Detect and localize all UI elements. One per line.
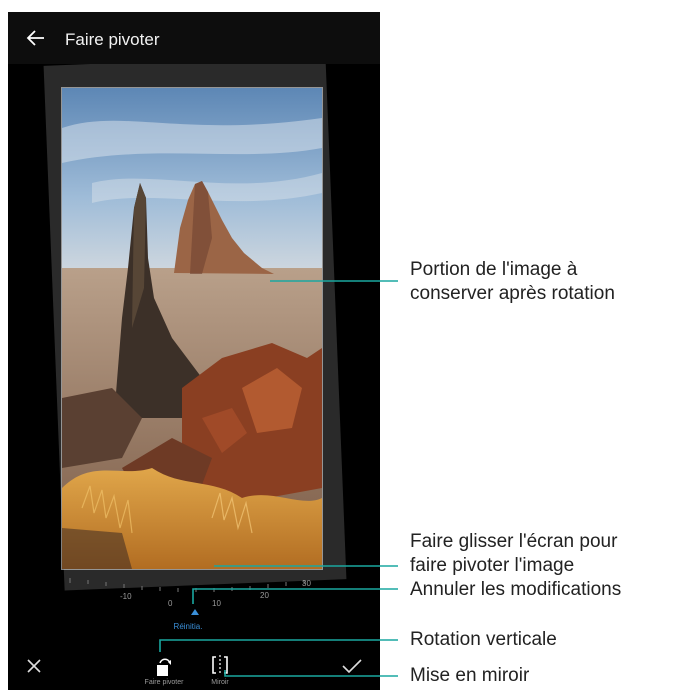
callout-crop-line2: conserver après rotation: [410, 283, 615, 304]
cancel-button[interactable]: [24, 656, 44, 676]
reset-button[interactable]: Réinitia.: [162, 622, 214, 631]
phone-screen: Faire pivoter -10 0 10 20 30 Réinitia. F…: [8, 12, 380, 690]
callout-rotate: Rotation verticale: [410, 629, 557, 650]
dial-ticks: [69, 578, 305, 592]
callout-crop-area: Portion de l'image à conserver après rot…: [410, 258, 615, 306]
check-icon: [342, 659, 362, 674]
bottom-toolbar: Faire pivoter Miroir: [8, 642, 380, 690]
top-app-bar: Faire pivoter: [8, 12, 380, 64]
callout-drag-line1: Faire glisser l'écran pour: [410, 531, 618, 552]
back-button[interactable]: [24, 26, 48, 50]
rotation-dial[interactable]: -10 0 10 20 30: [48, 568, 348, 618]
dial-pointer-icon: [191, 609, 199, 615]
rotate-button[interactable]: Faire pivoter: [134, 642, 194, 688]
page-title: Faire pivoter: [65, 30, 160, 49]
callout-reset: Annuler les modifications: [410, 579, 622, 600]
dial-tick-label: 30: [302, 579, 311, 588]
mirror-label: Miroir: [211, 679, 229, 686]
rotate-label: Faire pivoter: [144, 679, 184, 686]
close-icon: [27, 659, 41, 673]
mirror-button[interactable]: Miroir: [200, 642, 240, 688]
dial-tick-label: -10: [120, 592, 132, 601]
dial-tick-label: 10: [212, 599, 221, 608]
dial-tick-label: 0: [168, 599, 173, 608]
mirror-icon: [212, 655, 228, 675]
callout-crop-line1: Portion de l'image à: [410, 259, 578, 280]
arrow-left-icon: [26, 30, 44, 46]
callout-drag-line2: faire pivoter l'image: [410, 555, 575, 576]
callout-drag-to-rotate: Faire glisser l'écran pour faire pivoter…: [410, 530, 617, 578]
confirm-button[interactable]: [340, 656, 364, 676]
crop-preview-image[interactable]: [62, 88, 322, 569]
dial-tick-label: 20: [260, 591, 269, 600]
callout-mirror: Mise en miroir: [410, 665, 530, 686]
rotate-icon: [157, 658, 171, 676]
